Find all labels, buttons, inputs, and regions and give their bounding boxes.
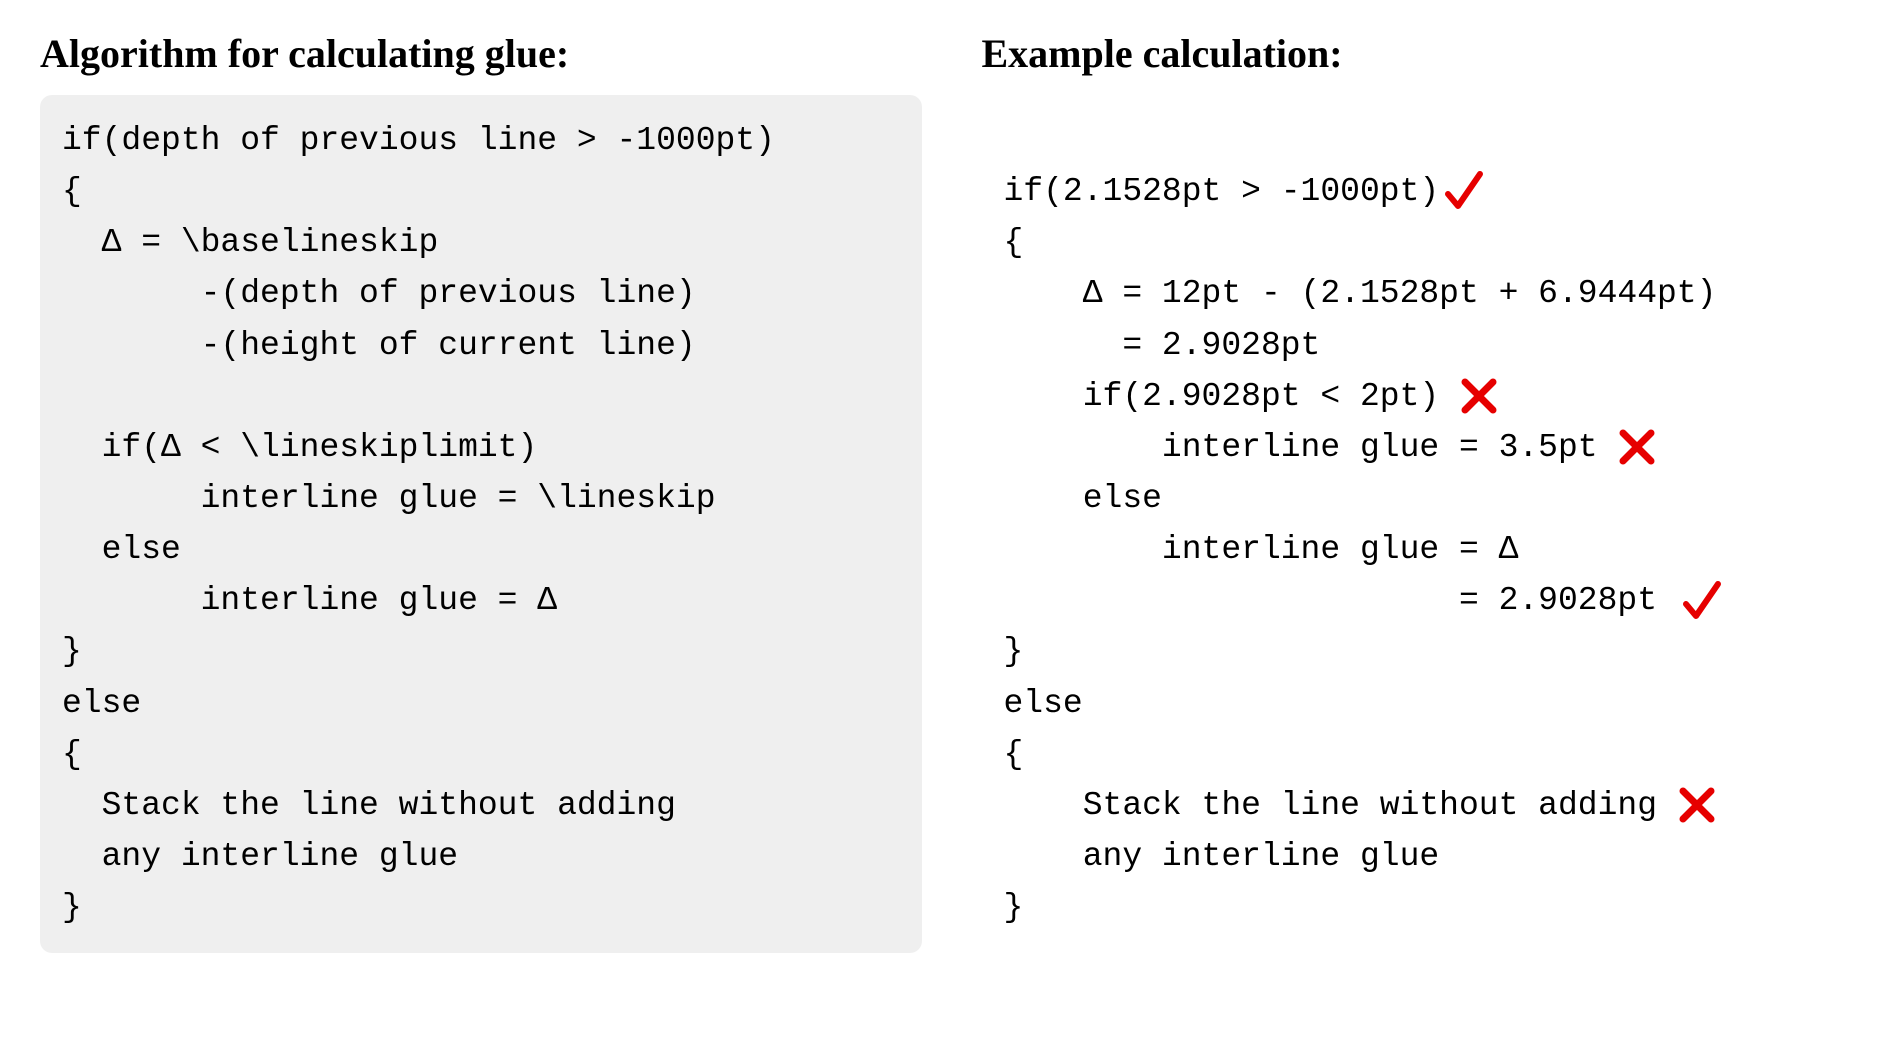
code-line: {	[1004, 736, 1024, 773]
code-line: interline glue = 3.5pt	[1004, 429, 1618, 466]
check-icon	[1677, 577, 1725, 625]
code-line: else	[1004, 480, 1162, 517]
code-line: interline glue = Δ	[1004, 531, 1519, 568]
code-line: = 2.9028pt	[1004, 582, 1677, 619]
code-line: if(2.9028pt < 2pt)	[1004, 378, 1459, 415]
cross-icon	[1459, 376, 1499, 416]
algorithm-heading: Algorithm for calculating glue:	[40, 30, 922, 77]
page: Algorithm for calculating glue: if(depth…	[0, 0, 1903, 1048]
code-line: any interline glue	[1004, 838, 1440, 875]
code-line: else	[1004, 685, 1083, 722]
example-code-block: if(2.1528pt > -1000pt) { Δ = 12pt - (2.1…	[982, 95, 1864, 953]
example-heading: Example calculation:	[982, 30, 1864, 77]
left-column: Algorithm for calculating glue: if(depth…	[40, 30, 922, 1018]
code-line: Stack the line without adding	[1004, 787, 1677, 824]
code-line: }	[1004, 633, 1024, 670]
cross-icon	[1617, 427, 1657, 467]
cross-icon	[1677, 785, 1717, 825]
right-column: Example calculation: if(2.1528pt > -1000…	[982, 30, 1864, 1018]
code-line: Δ = 12pt - (2.1528pt + 6.9444pt)	[1004, 275, 1717, 312]
code-line: {	[1004, 224, 1024, 261]
code-line: }	[1004, 889, 1024, 926]
code-line: if(2.1528pt > -1000pt)	[1004, 173, 1440, 210]
algorithm-code-block: if(depth of previous line > -1000pt) { Δ…	[40, 95, 922, 953]
code-line: = 2.9028pt	[1004, 327, 1321, 364]
check-icon	[1439, 167, 1487, 215]
